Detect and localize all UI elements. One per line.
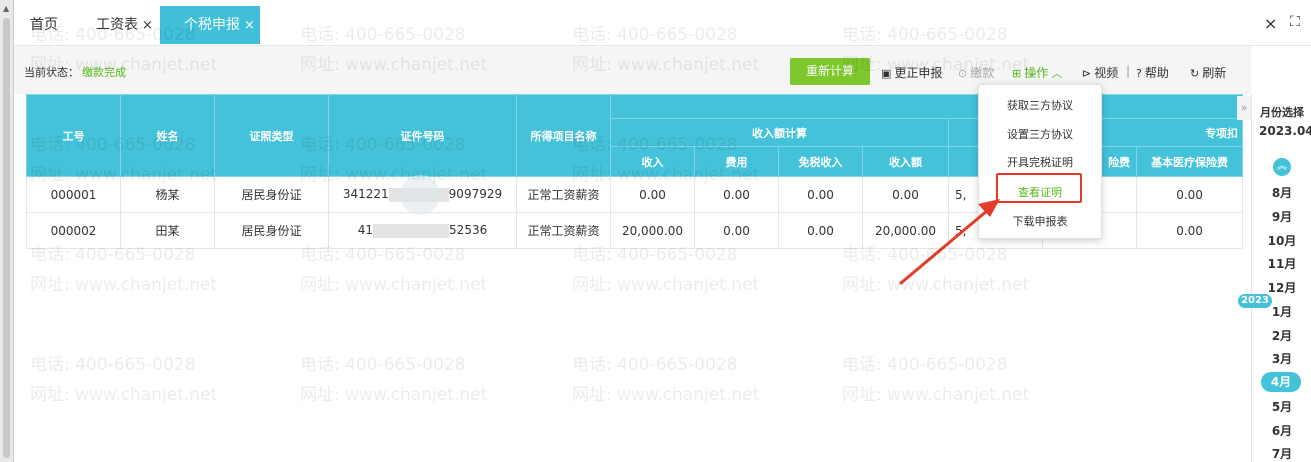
annotation-arrow-icon (899, 199, 1000, 285)
app-root: ▲ 首页 工资表 × 个税申报 × × ⛶ 当前状态： 缴款完成 重新计算 ▣ 更正申… (0, 0, 1311, 462)
